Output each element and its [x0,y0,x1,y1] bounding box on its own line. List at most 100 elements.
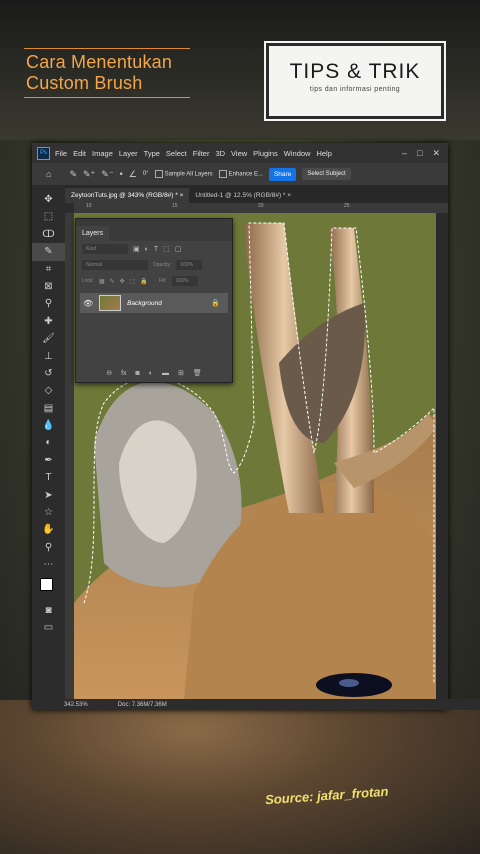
vertical-scrollbar[interactable] [436,213,448,699]
menu-bar: Ps File Edit Image Layer Type Select Fil… [32,143,448,163]
layer-filter-row: Kind ▣ ◐ T ⬚ ▢ [76,241,232,257]
select-subject-button[interactable]: Select Subject [302,168,351,180]
filter-smart-object-icon[interactable]: ▢ [175,245,182,253]
zoom-level[interactable]: 342.53% [64,702,88,708]
minimize-icon[interactable]: – [402,148,407,159]
hand-icon[interactable]: ✋ [32,521,65,538]
kind-filter-select[interactable]: Kind [82,244,128,254]
layer-background[interactable]: 👁 Background 🔒 [80,293,228,313]
layer-thumbnail [99,295,122,311]
history-brush-icon[interactable]: ↺ [32,365,65,382]
subtract-selection-icon[interactable]: ✎⁻ [101,169,113,180]
title-line-1: Cara Menentukan [26,52,173,72]
type-icon[interactable]: T [32,469,65,486]
layers-panel: Layers Kind ▣ ◐ T ⬚ ▢ Normal Opacity: 10… [75,218,233,383]
path-select-icon[interactable]: ➤ [32,487,65,504]
fill-field[interactable]: 100% [171,276,198,286]
lock-pixels-icon[interactable]: ✎ [110,278,115,285]
lock-position-icon[interactable]: ✥ [120,278,125,285]
home-icon[interactable]: ⌂ [46,169,51,179]
tab-close-icon[interactable]: × [287,192,291,199]
doc-size: Doc: 7.36M/7.36M [117,701,167,708]
layers-tab[interactable]: Layers [76,226,110,241]
tab-close-icon[interactable]: × [180,192,184,199]
share-button[interactable]: Share [268,167,297,181]
menu-layer[interactable]: Layer [119,149,138,158]
close-icon[interactable]: ✕ [432,148,440,159]
eyedropper-icon[interactable]: ⚲ [32,295,65,312]
menu-edit[interactable]: Edit [73,149,86,158]
quick-mask-icon[interactable]: ◙ [32,602,65,619]
stamp-icon[interactable]: ⊥ [32,348,65,365]
lock-transparent-icon[interactable]: ▦ [99,278,105,285]
more-icon[interactable]: ⋯ [32,556,65,573]
status-bar: 342.53% Doc: 7.36M/7.36M [32,699,480,710]
enhance-edge-checkbox[interactable]: Enhance E... [218,170,263,178]
crop-icon[interactable]: ⌗ [32,261,65,278]
blend-mode-select[interactable]: Normal [82,260,148,270]
sample-all-layers-checkbox[interactable]: Sample All Layers [154,170,213,178]
lock-all-icon[interactable]: 🔒 [140,278,147,285]
healing-icon[interactable]: ✚ [32,313,65,330]
pen-icon[interactable]: ✒ [32,452,65,469]
maximize-icon[interactable]: □ [417,148,422,159]
adjustment-layer-icon[interactable]: ◐ [149,370,153,377]
menu-plugins[interactable]: Plugins [253,149,278,158]
opacity-label: Opacity: [153,262,172,268]
menu-window[interactable]: Window [284,149,311,158]
blur-icon[interactable]: 💧 [32,417,65,434]
layer-name: Background [127,299,162,307]
opacity-field[interactable]: 100% [176,260,203,270]
menu-filter[interactable]: Filter [193,149,210,158]
vertical-ruler [65,213,74,699]
zoom-icon[interactable]: ⚲ [32,539,65,556]
filter-adjustment-icon[interactable]: ◐ [145,246,149,253]
lasso-icon[interactable]: ↀ [32,226,65,243]
video-title: Cara Menentukan Custom Brush [24,48,190,98]
background-blur-bottom [0,700,480,854]
angle-value[interactable]: 0° [143,171,149,177]
eraser-icon[interactable]: ◇ [32,382,65,399]
fx-icon[interactable]: fx [121,370,126,377]
tips-subtitle: tips dan informasi penting [309,86,401,93]
brush-icon[interactable]: 🖌 [32,330,65,347]
dodge-icon[interactable]: ◐ [32,434,65,451]
link-layers-icon[interactable]: ⊖ [106,369,112,377]
lock-artboard-icon[interactable]: ⬚ [130,278,136,285]
add-selection-icon[interactable]: ✎⁺ [83,169,95,180]
filter-shape-icon[interactable]: ⬚ [163,245,170,253]
marquee-icon[interactable]: ⬚ [32,208,65,225]
window-controls: – □ ✕ [402,148,448,159]
menu-image[interactable]: Image [92,149,113,158]
frame-icon[interactable]: ⊠ [32,278,65,295]
photoshop-logo-icon: Ps [37,146,50,160]
tab-untitled[interactable]: Untitled-1 @ 12.5% (RGB/8#) * × [189,188,297,203]
layers-panel-header: Layers [76,219,232,241]
move-icon[interactable]: ✥ [32,191,65,208]
gradient-icon[interactable]: ▤ [32,400,65,417]
new-group-icon[interactable]: ▬ [162,370,169,377]
menu-help[interactable]: Help [316,149,331,158]
brush-size-icon[interactable]: • [120,169,123,179]
add-mask-icon[interactable]: ◙ [136,370,140,377]
delete-layer-icon[interactable]: 🗑 [193,369,202,377]
options-bar: ⌂ ✎ ✎⁺ ✎⁻ • ∠ 0° Sample All Layers Enhan… [32,163,448,185]
filter-type-icon[interactable]: T [154,246,158,253]
quick-select-icon[interactable]: ✎ [32,243,65,261]
shape-icon[interactable]: ☆ [32,504,65,521]
color-swatches-icon[interactable] [32,574,65,602]
menu-select[interactable]: Select [166,149,187,158]
document-tabs: ZeytoonTuts.jpg @ 343% (RGB/8#) * × Unti… [65,185,448,203]
filter-pixel-icon[interactable]: ▣ [133,245,140,253]
visibility-eye-icon[interactable]: 👁 [83,299,93,308]
screen-mode-icon[interactable]: ▭ [32,619,65,636]
tips-badge: TIPS & TRIK tips dan informasi penting [266,43,444,119]
ruler-tick: 15 [172,203,178,209]
menu-3d[interactable]: 3D [215,149,225,158]
tab-zeytoontuts[interactable]: ZeytoonTuts.jpg @ 343% (RGB/8#) * × [65,188,190,203]
menu-file[interactable]: File [55,149,67,158]
brush-preset-icon[interactable]: ✎ [69,169,77,180]
menu-view[interactable]: View [231,149,247,158]
new-layer-icon[interactable]: ⊞ [178,369,184,377]
menu-type[interactable]: Type [144,149,160,158]
